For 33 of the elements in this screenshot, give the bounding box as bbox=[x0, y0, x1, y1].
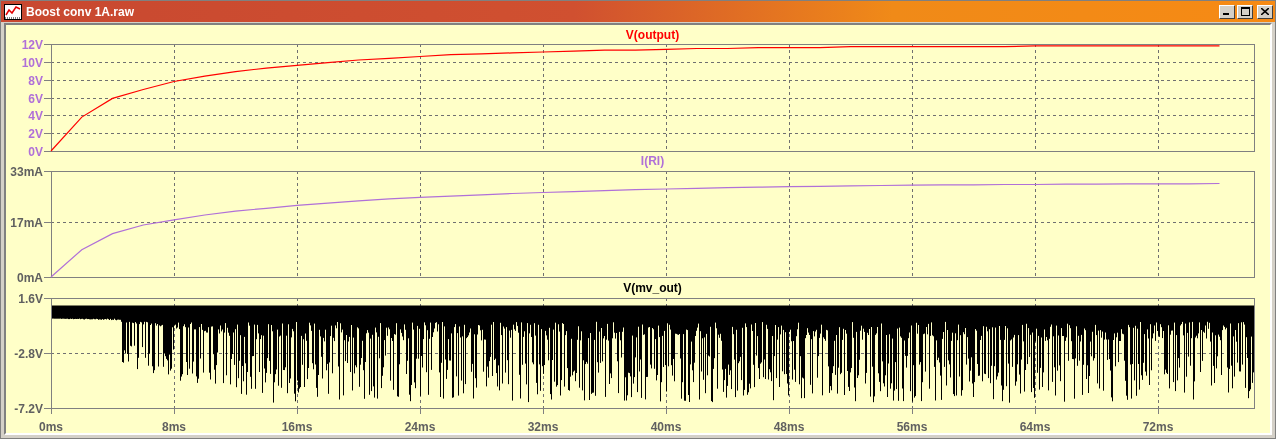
axis-label: 12V bbox=[21, 37, 43, 52]
waveform-icon bbox=[4, 3, 22, 20]
close-icon bbox=[1261, 8, 1269, 15]
window-title: Boost conv 1A.raw bbox=[26, 4, 136, 19]
axis-label: -7.2V bbox=[14, 401, 43, 416]
axis-label: 17mA bbox=[10, 215, 43, 230]
axis-label: 8V bbox=[28, 73, 43, 88]
maximize-button[interactable] bbox=[1237, 4, 1253, 19]
axis-label: 6V bbox=[28, 91, 43, 106]
trace-title[interactable]: I(RI) bbox=[640, 156, 665, 168]
axis-label: 24ms bbox=[404, 420, 436, 433]
trace-title[interactable]: V(output) bbox=[625, 28, 680, 42]
axis-label: 8ms bbox=[162, 420, 186, 433]
axis-label: 72ms bbox=[1142, 420, 1174, 433]
minimize-button[interactable] bbox=[1219, 4, 1235, 19]
axis-label: 33mA bbox=[10, 164, 43, 179]
axis-label: 16ms bbox=[281, 420, 313, 433]
axis-label: 40ms bbox=[650, 420, 682, 433]
axis-label: 56ms bbox=[896, 420, 928, 433]
axis-label: 1.6V bbox=[18, 291, 43, 306]
axis-label: 2V bbox=[28, 126, 43, 141]
maximize-icon bbox=[1240, 7, 1250, 16]
axis-label: 0mA bbox=[17, 270, 43, 282]
trace-title[interactable]: V(mv_out) bbox=[623, 282, 682, 295]
close-button[interactable] bbox=[1257, 4, 1273, 19]
axis-label: 32ms bbox=[527, 420, 559, 433]
axis-label: 64ms bbox=[1019, 420, 1051, 433]
axis-label: 4V bbox=[28, 108, 43, 123]
axis-label: 0ms bbox=[39, 420, 63, 433]
axis-label: -2.8V bbox=[14, 346, 43, 361]
axis-label: 48ms bbox=[773, 420, 805, 433]
axis-label: 0V bbox=[28, 144, 43, 156]
axis-label: 10V bbox=[21, 55, 43, 70]
